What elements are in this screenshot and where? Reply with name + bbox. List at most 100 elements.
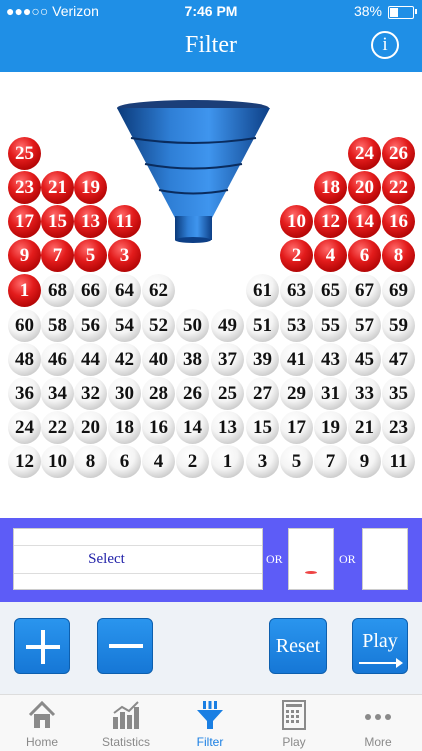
number-ball[interactable]: 62 (142, 274, 175, 307)
selected-ball[interactable]: 13 (74, 205, 107, 238)
selected-ball[interactable]: 4 (314, 239, 347, 272)
number-ball[interactable]: 10 (41, 445, 74, 478)
number-ball[interactable]: 39 (246, 343, 279, 376)
number-ball[interactable]: 45 (348, 343, 381, 376)
number-ball[interactable]: 23 (382, 411, 415, 444)
number-ball[interactable]: 19 (314, 411, 347, 444)
number-ball[interactable]: 34 (41, 377, 74, 410)
option-field-3[interactable] (362, 528, 408, 590)
number-ball[interactable]: 18 (108, 411, 141, 444)
selected-ball[interactable]: 1 (8, 274, 41, 307)
number-ball[interactable]: 56 (74, 309, 107, 342)
play-button[interactable]: Play (352, 618, 408, 674)
number-ball[interactable]: 66 (74, 274, 107, 307)
number-ball[interactable]: 26 (176, 377, 209, 410)
number-ball[interactable]: 46 (41, 343, 74, 376)
selected-ball[interactable]: 8 (382, 239, 415, 272)
number-ball[interactable]: 30 (108, 377, 141, 410)
number-ball[interactable]: 28 (142, 377, 175, 410)
number-ball[interactable]: 49 (211, 309, 244, 342)
selected-ball[interactable]: 20 (348, 171, 381, 204)
number-ball[interactable]: 4 (142, 445, 175, 478)
selected-ball[interactable]: 11 (108, 205, 141, 238)
selected-ball[interactable]: 25 (8, 137, 41, 170)
number-ball[interactable]: 47 (382, 343, 415, 376)
number-ball[interactable]: 2 (176, 445, 209, 478)
number-ball[interactable]: 15 (246, 411, 279, 444)
number-ball[interactable]: 12 (8, 445, 41, 478)
selected-ball[interactable]: 26 (382, 137, 415, 170)
number-ball[interactable]: 22 (41, 411, 74, 444)
selected-ball[interactable]: 9 (8, 239, 41, 272)
tab-more[interactable]: More (336, 695, 420, 751)
selected-ball[interactable]: 5 (74, 239, 107, 272)
number-ball[interactable]: 40 (142, 343, 175, 376)
selected-ball[interactable]: 7 (41, 239, 74, 272)
number-ball[interactable]: 1 (211, 445, 244, 478)
number-ball[interactable]: 58 (41, 309, 74, 342)
number-ball[interactable]: 33 (348, 377, 381, 410)
tab-filter[interactable]: Filter (168, 695, 252, 751)
number-ball[interactable]: 42 (108, 343, 141, 376)
number-ball[interactable]: 59 (382, 309, 415, 342)
remove-button[interactable] (97, 618, 153, 674)
selected-ball[interactable]: 14 (348, 205, 381, 238)
number-ball[interactable]: 53 (280, 309, 313, 342)
selected-ball[interactable]: 2 (280, 239, 313, 272)
number-ball[interactable]: 64 (108, 274, 141, 307)
tab-home[interactable]: Home (0, 695, 84, 751)
number-ball[interactable]: 63 (280, 274, 313, 307)
number-ball[interactable]: 57 (348, 309, 381, 342)
number-ball[interactable]: 13 (211, 411, 244, 444)
number-ball[interactable]: 17 (280, 411, 313, 444)
number-ball[interactable]: 51 (246, 309, 279, 342)
selected-ball[interactable]: 16 (382, 205, 415, 238)
selected-ball[interactable]: 22 (382, 171, 415, 204)
number-ball[interactable]: 68 (41, 274, 74, 307)
number-ball[interactable]: 61 (246, 274, 279, 307)
number-ball[interactable]: 55 (314, 309, 347, 342)
add-button[interactable] (14, 618, 70, 674)
selected-ball[interactable]: 10 (280, 205, 313, 238)
number-ball[interactable]: 3 (246, 445, 279, 478)
selected-ball[interactable]: 3 (108, 239, 141, 272)
number-ball[interactable]: 69 (382, 274, 415, 307)
selected-ball[interactable]: 12 (314, 205, 347, 238)
number-ball[interactable]: 54 (108, 309, 141, 342)
number-ball[interactable]: 32 (74, 377, 107, 410)
info-icon[interactable]: i (371, 31, 399, 59)
number-ball[interactable]: 60 (8, 309, 41, 342)
selected-ball[interactable]: 15 (41, 205, 74, 238)
number-ball[interactable]: 52 (142, 309, 175, 342)
number-ball[interactable]: 11 (382, 445, 415, 478)
number-ball[interactable]: 44 (74, 343, 107, 376)
number-ball[interactable]: 48 (8, 343, 41, 376)
number-ball[interactable]: 8 (74, 445, 107, 478)
reset-button[interactable]: Reset (269, 618, 327, 674)
number-ball[interactable]: 41 (280, 343, 313, 376)
number-ball[interactable]: 29 (280, 377, 313, 410)
number-ball[interactable]: 20 (74, 411, 107, 444)
selected-ball[interactable]: 17 (8, 205, 41, 238)
number-ball[interactable]: 27 (246, 377, 279, 410)
number-ball[interactable]: 16 (142, 411, 175, 444)
number-ball[interactable]: 50 (176, 309, 209, 342)
selected-ball[interactable]: 6 (348, 239, 381, 272)
number-ball[interactable]: 9 (348, 445, 381, 478)
number-ball[interactable]: 7 (314, 445, 347, 478)
selected-ball[interactable]: 19 (74, 171, 107, 204)
number-ball[interactable]: 6 (108, 445, 141, 478)
number-ball[interactable]: 5 (280, 445, 313, 478)
selected-ball[interactable]: 24 (348, 137, 381, 170)
number-ball[interactable]: 35 (382, 377, 415, 410)
number-ball[interactable]: 25 (211, 377, 244, 410)
number-ball[interactable]: 37 (211, 343, 244, 376)
selected-ball[interactable]: 23 (8, 171, 41, 204)
number-ball[interactable]: 14 (176, 411, 209, 444)
number-ball[interactable]: 24 (8, 411, 41, 444)
number-ball[interactable]: 43 (314, 343, 347, 376)
number-ball[interactable]: 65 (314, 274, 347, 307)
option-field-2[interactable] (288, 528, 334, 590)
selected-ball[interactable]: 18 (314, 171, 347, 204)
number-ball[interactable]: 31 (314, 377, 347, 410)
